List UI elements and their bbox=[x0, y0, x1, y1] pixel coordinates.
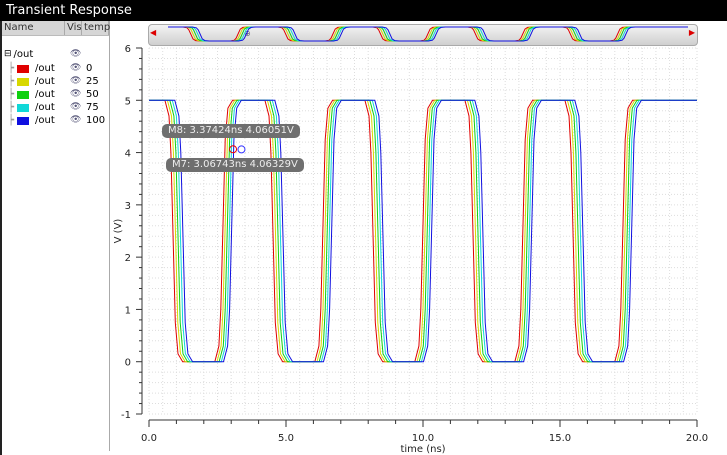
y-axis-label: V (V) bbox=[113, 219, 124, 244]
y-tick-label: 2 bbox=[125, 253, 131, 264]
x-tick-label: 0.0 bbox=[141, 433, 157, 444]
y-tick-label: 1 bbox=[125, 305, 131, 316]
x-tick-label: 5.0 bbox=[278, 433, 294, 444]
transient-chart[interactable]: -1 0 1 2 3 4 5 6 0.0 5.0 10.0 15.0 20.0 time (ns) V (V… bbox=[0, 0, 727, 455]
y-tick-label: 5 bbox=[125, 96, 131, 107]
y-tick-label: 3 bbox=[125, 201, 131, 212]
y-tick-label: 4 bbox=[125, 149, 131, 160]
y-tick-label: 6 bbox=[125, 44, 131, 55]
marker-point bbox=[237, 145, 246, 154]
y-tick-label: 0 bbox=[125, 358, 131, 369]
x-tick-label: 15.0 bbox=[549, 433, 571, 444]
marker-point bbox=[229, 145, 238, 154]
y-tick-label: -1 bbox=[121, 410, 131, 421]
marker-m7-label[interactable]: M7: 3.06743ns 4.06329V bbox=[166, 158, 304, 172]
marker-m8-label[interactable]: M8: 3.37424ns 4.06051V bbox=[162, 124, 300, 138]
x-tick-label: 20.0 bbox=[686, 433, 708, 444]
x-axis-label: time (ns) bbox=[400, 444, 445, 455]
x-tick-label: 10.0 bbox=[412, 433, 434, 444]
